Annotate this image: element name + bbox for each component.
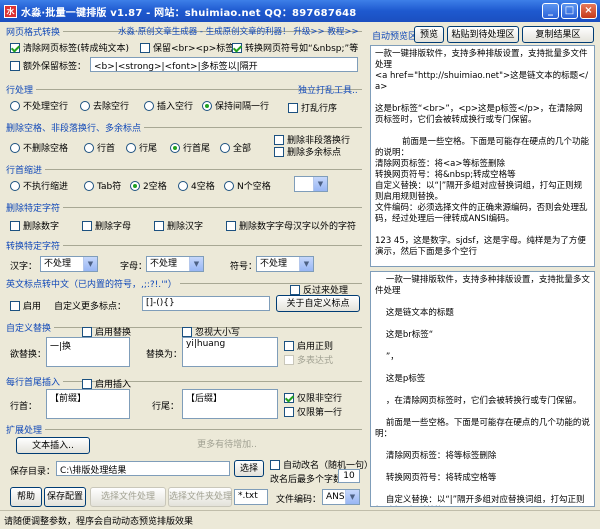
- copy-result-button[interactable]: 复制结果区: [522, 26, 594, 43]
- convert-entities-checkbox[interactable]: 转换网页符号如“&nbsp;”等: [232, 41, 358, 54]
- minimize-button[interactable]: _: [542, 3, 559, 19]
- pick-folder-button[interactable]: 选择文件夹处理: [168, 487, 232, 507]
- preview-label: 自动预览区: [372, 32, 418, 42]
- line-opt-remove[interactable]: 去除空行: [80, 99, 129, 112]
- del-opt-both[interactable]: 行首尾: [170, 141, 210, 154]
- extra-keep-input[interactable]: <b>|<strong>|<font>|多标签以|隔开: [90, 57, 358, 72]
- delchar-section: 删除特定字符: [6, 201, 362, 214]
- indent-opt-4[interactable]: 4空格: [178, 179, 215, 192]
- generator-link[interactable]: 水淼·原创文章生成器 - 生成原创文章的利器！ 升级>> 教程>>: [118, 25, 359, 37]
- conv-section: 转换特定字符: [6, 239, 362, 252]
- preview-button[interactable]: 预览: [414, 26, 444, 43]
- keep-tags-checkbox[interactable]: 保留<br><p>标签: [140, 41, 234, 54]
- del-digits-checkbox[interactable]: 删除数字: [10, 219, 59, 232]
- only-nonempty-checkbox[interactable]: 仅限非空行: [284, 391, 342, 404]
- help-button[interactable]: 帮助: [10, 487, 42, 507]
- choose-dir-button[interactable]: 选择: [234, 460, 264, 477]
- text-insert-button[interactable]: 文本插入..: [16, 437, 90, 454]
- line-opt-keep-gap[interactable]: 保持间隔一行: [202, 99, 269, 112]
- close-button[interactable]: ×: [580, 3, 597, 19]
- indent-opt-none[interactable]: 不执行缩进: [10, 179, 68, 192]
- punct-enable-checkbox[interactable]: 启用: [10, 299, 41, 312]
- custom-punct-input[interactable]: []-(){}: [142, 296, 270, 311]
- pick-file-button[interactable]: 选择文件处理: [90, 487, 166, 507]
- del-opt-tail[interactable]: 行尾: [126, 141, 157, 154]
- symbol-select[interactable]: 不处理 ▼: [256, 256, 314, 272]
- tail-input[interactable]: 【后缀】: [182, 389, 278, 419]
- replace-to-input[interactable]: yi|huang: [182, 337, 278, 367]
- source-textarea[interactable]: 一款一键排版软件，支持多种排版设置，支持批量多文件处理 <a href="htt…: [370, 45, 595, 267]
- delete-section: 删除空格、非段落换行、多余标点: [6, 121, 362, 134]
- indent-n-spinner[interactable]: ▼: [294, 176, 328, 192]
- title-bar: 水 水淼·批量一键排版 v1.87 - 网站：shuimiao.net QQ：8…: [0, 0, 600, 22]
- letter-select[interactable]: 不处理 ▼: [146, 256, 204, 272]
- clear-tags-checkbox[interactable]: 清除网页标签(转成纯文本): [10, 41, 129, 54]
- maximize-button[interactable]: □: [561, 3, 578, 19]
- encoding-select[interactable]: ANSI ▼: [322, 489, 360, 505]
- del-opt-all[interactable]: 全部: [220, 141, 251, 154]
- more-coming-label: 更多有待增加..: [197, 440, 257, 450]
- rename-length-input[interactable]: 10: [338, 469, 360, 483]
- indent-opt-2[interactable]: 2空格: [130, 179, 167, 192]
- del-opt-none[interactable]: 不删除空格: [10, 141, 68, 154]
- del-others-checkbox[interactable]: 删除数字字母汉字以外的字符: [226, 219, 356, 232]
- head-input[interactable]: 【前缀】: [46, 389, 130, 419]
- window-title: 水淼·批量一键排版 v1.87 - 网站：shuimiao.net QQ：897…: [21, 7, 357, 19]
- regex-checkbox[interactable]: 启用正则: [284, 339, 333, 352]
- del-punct-checkbox[interactable]: 删除多余标点: [274, 145, 341, 158]
- shuffle-lines-checkbox[interactable]: 打乱行序: [288, 101, 337, 114]
- ext-section: 扩展处理: [6, 423, 362, 436]
- indent-opt-n[interactable]: N个空格: [224, 179, 271, 192]
- about-punct-button[interactable]: 关于自定义标点: [276, 295, 360, 312]
- html-section-title: 网页格式转换: [6, 25, 64, 38]
- del-hanzi-checkbox[interactable]: 删除汉字: [154, 219, 203, 232]
- save-dir-input[interactable]: C:\排版处理结果: [56, 461, 230, 476]
- hanzi-select[interactable]: 不处理 ▼: [40, 256, 98, 272]
- extra-keep-checkbox[interactable]: 额外保留标签：: [10, 59, 86, 72]
- del-letters-checkbox[interactable]: 删除字母: [82, 219, 131, 232]
- multi-expr-checkbox[interactable]: 多表达式: [284, 353, 333, 366]
- save-config-button[interactable]: 保存配置: [44, 487, 86, 507]
- result-textarea[interactable]: 一款一键排版软件，支持多种排版设置，支持批量多文件处理 这是链文本的标题 这是b…: [370, 271, 595, 507]
- paste-button[interactable]: 粘贴到待处理区: [447, 26, 519, 43]
- shuffle-tool-link[interactable]: 独立打乱工具..: [298, 83, 358, 96]
- only-first-checkbox[interactable]: 仅限第一行: [284, 405, 342, 418]
- indent-opt-tab[interactable]: Tab符: [84, 179, 121, 192]
- indent-section: 行首缩进: [6, 163, 362, 176]
- file-ext-input[interactable]: *.txt: [234, 489, 268, 505]
- headtail-section: 每行首尾插入: [6, 375, 362, 388]
- replace-from-input[interactable]: 一|换: [46, 337, 130, 367]
- line-opt-insert[interactable]: 插入空行: [144, 99, 193, 112]
- del-opt-head[interactable]: 行首: [84, 141, 115, 154]
- status-bar: 请随便调整参数，程序会自动动态预览排版效果: [0, 510, 600, 529]
- app-icon: 水: [4, 4, 17, 18]
- line-opt-none[interactable]: 不处理空行: [10, 99, 68, 112]
